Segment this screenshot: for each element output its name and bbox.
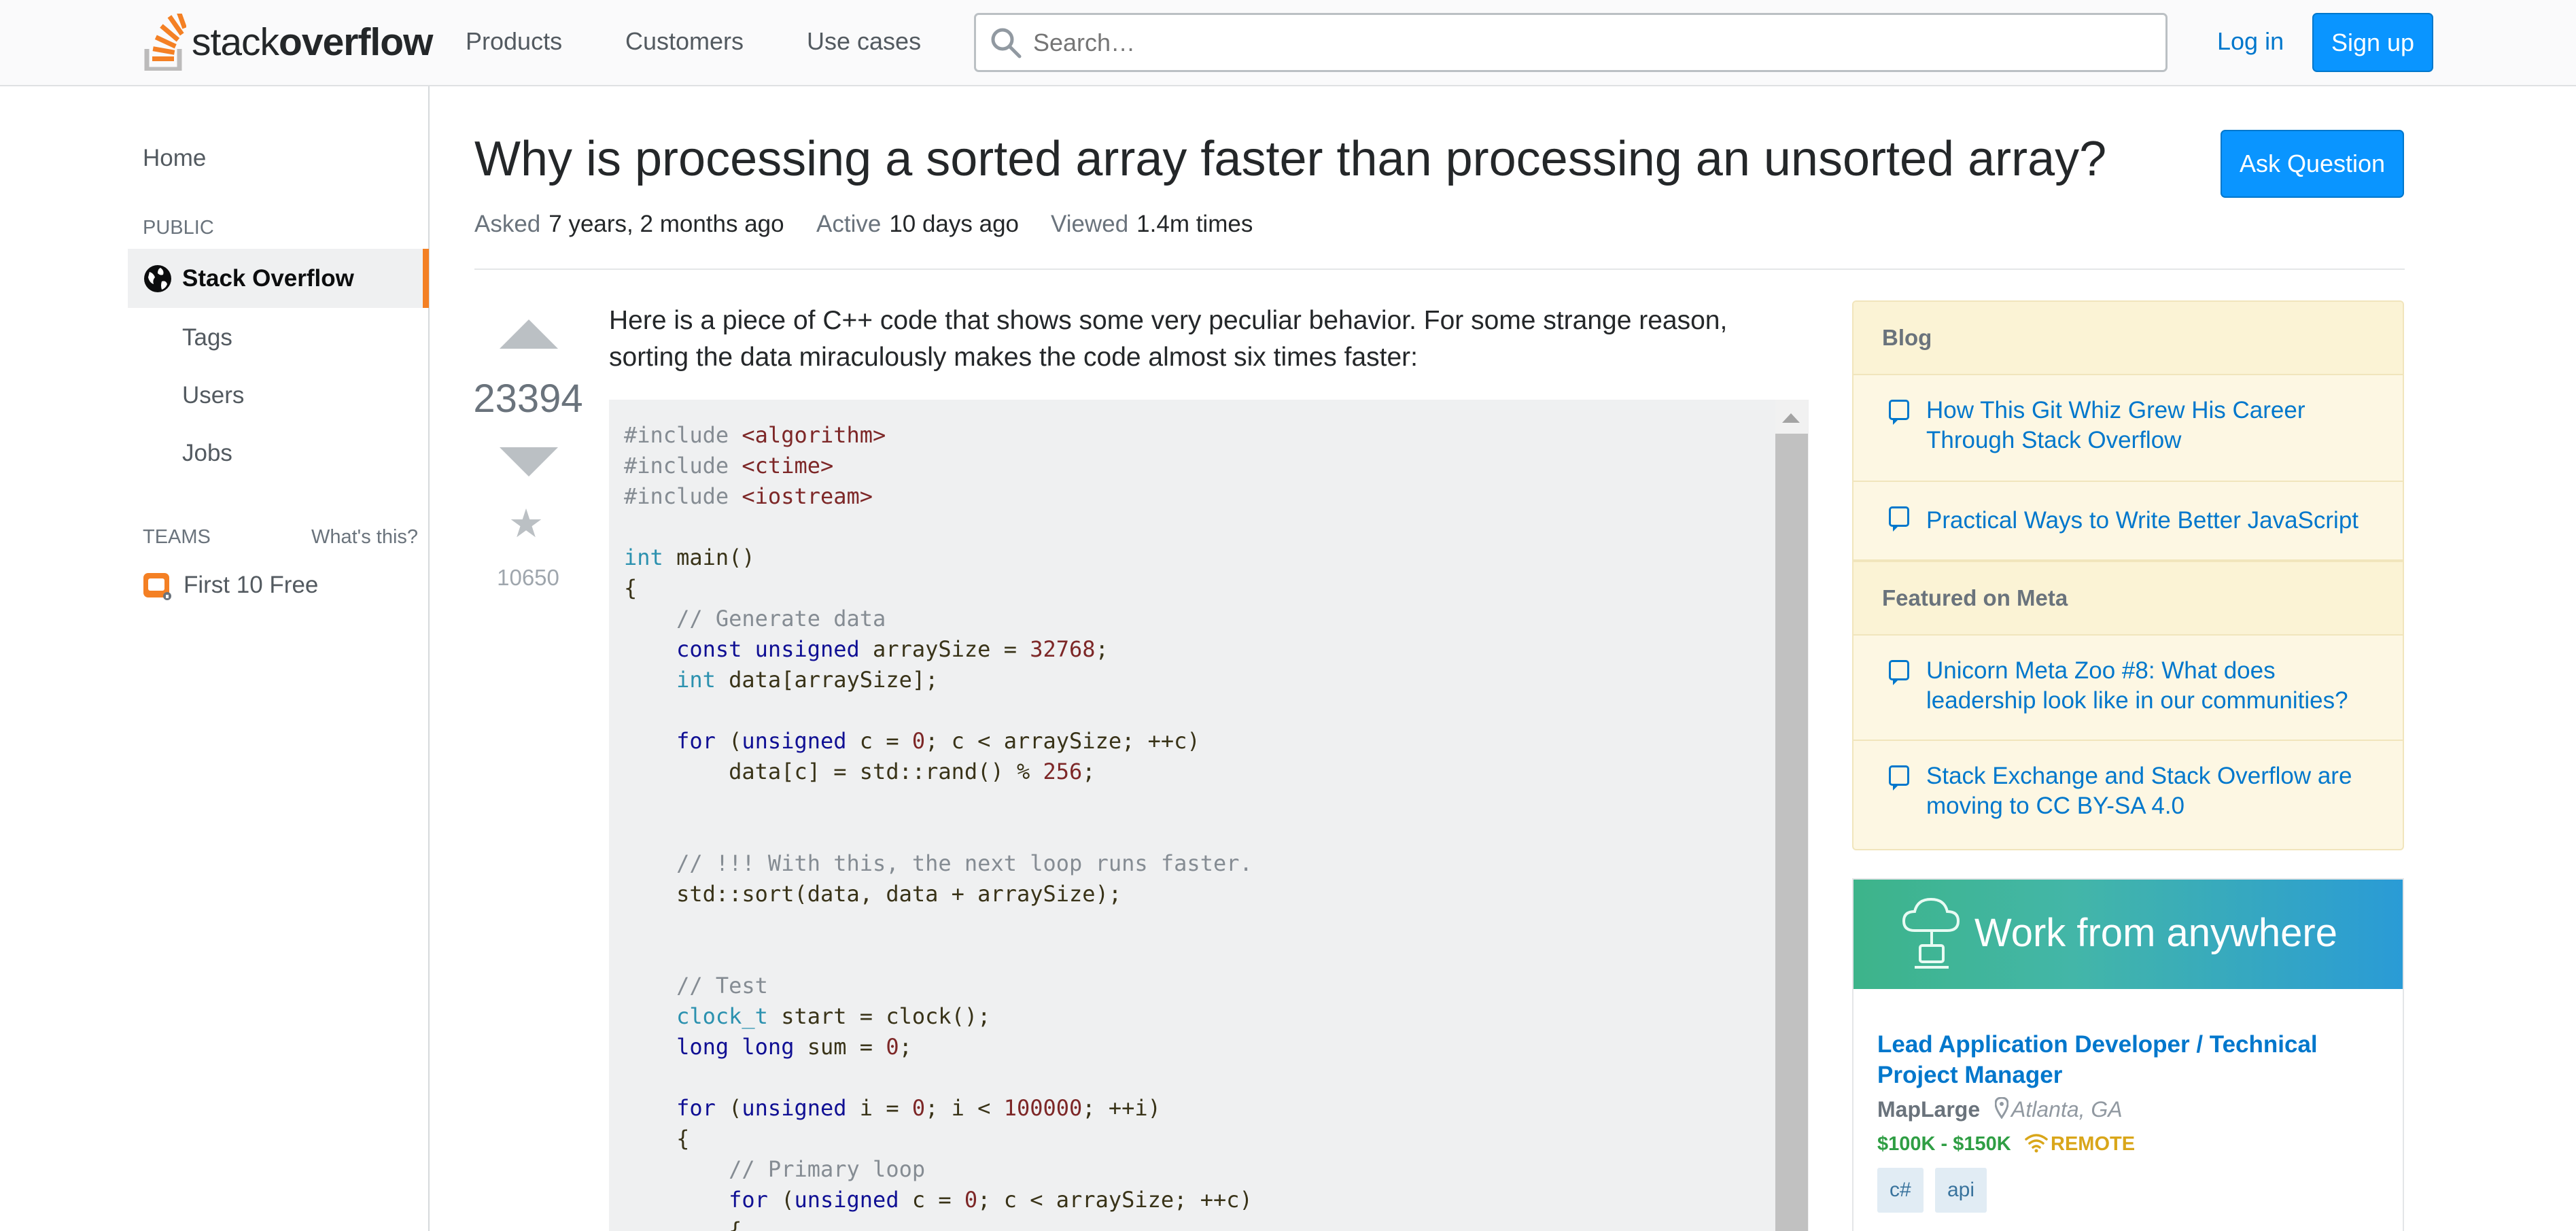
job-tag[interactable]: c#	[1877, 1168, 1924, 1213]
job-banner-title: Work from anywhere	[1974, 911, 2337, 955]
favorite-count: 10650	[497, 565, 559, 590]
signup-button[interactable]: Sign up	[2312, 13, 2433, 72]
blog-link[interactable]: How This Git Whiz Grew His Career Throug…	[1926, 396, 2388, 455]
code-line: data[c] = std::rand() % 256;	[624, 759, 1096, 784]
code-content: #include <algorithm> #include <ctime> #i…	[624, 420, 1253, 1231]
top-bar: stackoverflow Products Customers Use cas…	[0, 0, 2576, 86]
question-title[interactable]: Why is processing a sorted array faster …	[474, 131, 2106, 187]
code-line: {	[624, 575, 638, 601]
blog-link[interactable]: Practical Ways to Write Better JavaScrip…	[1926, 506, 2388, 536]
sidebar-item-home[interactable]: Home	[143, 145, 206, 172]
code-line: // Primary loop	[729, 1156, 926, 1182]
code-line: #include <algorithm>	[624, 422, 886, 448]
stack-overflow-logo-icon	[144, 14, 186, 71]
search-box[interactable]	[974, 13, 2168, 72]
blog-heading: Blog	[1853, 302, 2403, 375]
featured-meta-heading: Featured on Meta	[1853, 561, 2403, 636]
chat-bubble-icon	[1889, 765, 1909, 791]
scroll-up-arrow-icon[interactable]	[1782, 413, 1800, 423]
ask-question-button[interactable]: Ask Question	[2221, 130, 2404, 198]
viewed-value: 1.4m times	[1136, 211, 1253, 237]
active-label: Active	[816, 211, 882, 237]
job-title-link[interactable]: Lead Application Developer / Technical P…	[1877, 1029, 2387, 1090]
active-meta: Active 10 days ago	[816, 211, 1019, 238]
code-line: // Generate data	[676, 606, 886, 631]
sidebar-item-label: Stack Overflow	[182, 264, 354, 292]
code-line: #include <iostream>	[624, 483, 873, 509]
code-line: #include <ctime>	[624, 453, 834, 479]
code-line: for (unsigned c = 0; c < arraySize; ++c)	[676, 728, 1200, 754]
viewed-meta: Viewed 1.4m times	[1051, 211, 1253, 238]
code-line: int main()	[624, 544, 755, 570]
asked-value[interactable]: 7 years, 2 months ago	[549, 211, 784, 237]
chat-bubble-icon	[1889, 660, 1909, 685]
asked-label: Asked	[474, 211, 541, 237]
job-remote-badge: REMOTE	[2051, 1133, 2136, 1155]
code-line: {	[624, 1126, 690, 1151]
nav-products[interactable]: Products	[466, 27, 562, 56]
sidebar-heading-public: PUBLIC	[143, 217, 214, 239]
sidebar-heading-teams: TEAMS	[143, 526, 211, 548]
location-pin-icon	[1994, 1096, 2009, 1122]
meta-item[interactable]: Stack Exchange and Stack Overflow are mo…	[1853, 741, 2403, 849]
search-input[interactable]	[1033, 28, 2121, 57]
stack-overflow-logo[interactable]: stackoverflow	[143, 10, 433, 75]
logo-text: stackoverflow	[192, 20, 433, 64]
code-line: int data[arraySize];	[676, 667, 939, 693]
search-icon	[991, 28, 1022, 58]
code-line: // !!! With this, the next loop runs fas…	[676, 850, 1253, 876]
blog-item[interactable]: How This Git Whiz Grew His Career Throug…	[1853, 375, 2403, 482]
code-line: std::sort(data, data + arraySize);	[624, 881, 1122, 907]
job-salary: $100K - $150K	[1877, 1133, 2011, 1155]
left-sidebar: Home PUBLIC Stack Overflow Tags Users Jo…	[0, 86, 430, 1231]
sidebar-item-tags[interactable]: Tags	[182, 324, 232, 351]
wifi-remote-icon	[2025, 1132, 2048, 1156]
asked-meta: Asked 7 years, 2 months ago	[474, 211, 784, 238]
job-location: Atlanta, GA	[2011, 1097, 2123, 1122]
sidebar-item-jobs[interactable]: Jobs	[182, 440, 232, 467]
vote-count: 23394	[473, 377, 583, 421]
nav-use-cases[interactable]: Use cases	[807, 27, 921, 56]
job-ad: Work from anywhere Lead Application Deve…	[1852, 878, 2404, 1231]
job-tag[interactable]: api	[1935, 1168, 1987, 1213]
job-banner[interactable]: Work from anywhere	[1853, 880, 2403, 989]
upvote-arrow-icon[interactable]	[500, 319, 558, 349]
header-divider	[474, 268, 2405, 270]
login-button[interactable]: Log in	[2217, 27, 2284, 56]
whats-this-link[interactable]: What's this?	[311, 526, 418, 549]
chat-bubble-icon	[1889, 506, 1909, 532]
code-block: #include <algorithm> #include <ctime> #i…	[609, 400, 1809, 1231]
sidebar-item-stack-overflow[interactable]: Stack Overflow	[128, 249, 429, 308]
code-line: const unsigned arraySize = 32768;	[676, 636, 1109, 662]
favorite-star-icon[interactable]: ★	[508, 504, 544, 544]
meta-link[interactable]: Unicorn Meta Zoo #8: What does leadershi…	[1926, 656, 2388, 716]
blog-widget: Blog How This Git Whiz Grew His Career T…	[1852, 300, 2404, 850]
meta-item[interactable]: Unicorn Meta Zoo #8: What does leadershi…	[1853, 636, 2403, 741]
viewed-label: Viewed	[1051, 211, 1129, 237]
code-line: // Test	[676, 973, 768, 999]
code-line: long long sum = 0;	[676, 1034, 912, 1060]
downvote-arrow-icon[interactable]	[500, 447, 558, 476]
cloud-remote-icon	[1902, 897, 1960, 969]
nav-customers[interactable]: Customers	[625, 27, 744, 56]
globe-icon	[144, 264, 171, 292]
code-line: for (unsigned c = 0; c < arraySize; ++c)	[729, 1187, 1253, 1213]
active-value[interactable]: 10 days ago	[889, 211, 1019, 237]
sidebar-item-teams-free[interactable]: First 10 Free	[143, 570, 318, 600]
code-line: {	[624, 1217, 742, 1231]
chat-bubble-icon	[1889, 400, 1909, 425]
sidebar-item-users[interactable]: Users	[182, 382, 244, 409]
blog-item[interactable]: Practical Ways to Write Better JavaScrip…	[1853, 482, 2403, 561]
teams-briefcase-icon	[143, 573, 171, 600]
sidebar-item-label: First 10 Free	[184, 572, 319, 598]
code-line: clock_t start = clock();	[676, 1003, 991, 1029]
code-line: for (unsigned i = 0; i < 100000; ++i)	[676, 1095, 1161, 1121]
question-body-text: Here is a piece of C++ code that shows s…	[609, 306, 1728, 372]
job-company: MapLarge	[1877, 1097, 1981, 1122]
code-scrollbar-thumb[interactable]	[1775, 434, 1808, 1231]
meta-link[interactable]: Stack Exchange and Stack Overflow are mo…	[1926, 761, 2388, 821]
